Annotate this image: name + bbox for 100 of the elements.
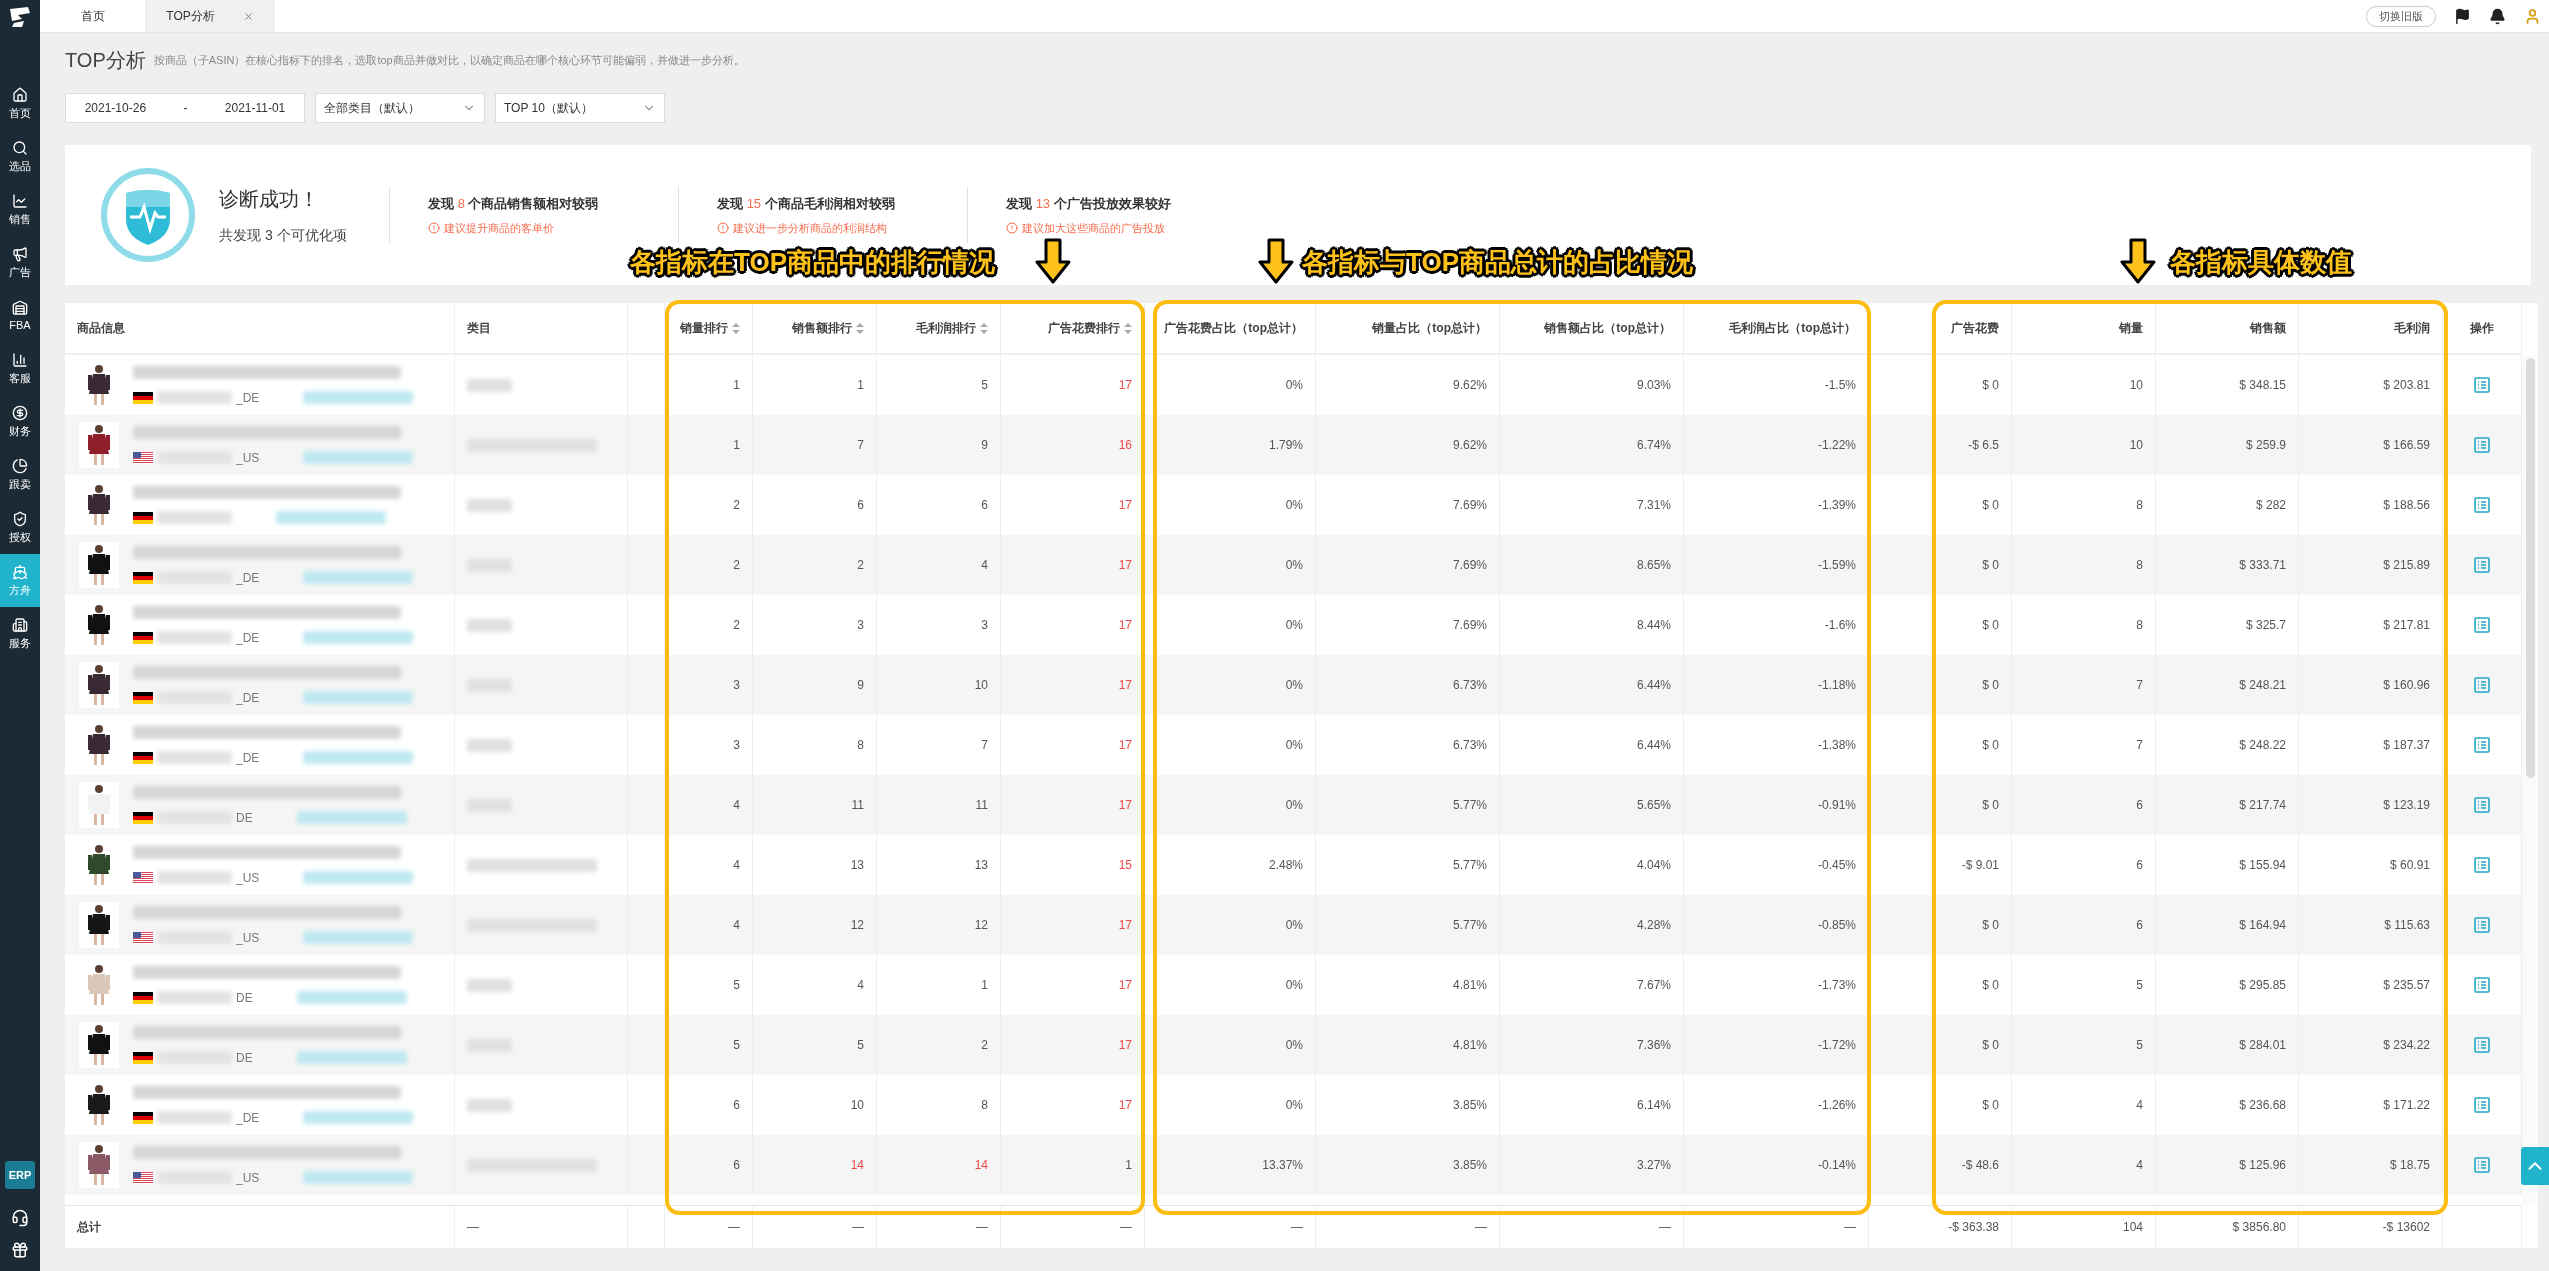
marketplace-code: DE <box>236 810 253 825</box>
redacted-link[interactable] <box>296 1051 407 1064</box>
redacted-link[interactable] <box>303 931 414 944</box>
building-icon <box>12 616 28 633</box>
table-cell: 3.27% <box>1500 1135 1684 1195</box>
details-button[interactable] <box>2474 437 2490 453</box>
down-arrow-icon <box>1258 238 1294 284</box>
sort-icon[interactable] <box>856 322 864 334</box>
diagnosis-title: 诊断成功！ <box>219 186 320 212</box>
sidebar-item[interactable]: 服务 <box>0 607 40 660</box>
redacted-link[interactable] <box>296 991 407 1004</box>
sidebar-item[interactable]: 广告 <box>0 236 40 289</box>
sidebar-item[interactable]: 跟卖 <box>0 448 40 501</box>
annotation-label: 各指标在TOP商品中的排行情况 <box>630 246 995 279</box>
marketplace-code: _DE <box>236 570 260 585</box>
list-icon <box>2474 677 2490 693</box>
sidebar-item[interactable]: FBA <box>0 289 40 342</box>
details-button[interactable] <box>2474 377 2490 393</box>
list-icon <box>2474 377 2490 393</box>
sort-icon[interactable] <box>732 322 740 334</box>
details-button[interactable] <box>2474 677 2490 693</box>
list-icon <box>2474 737 2490 753</box>
headset-icon[interactable] <box>11 1209 29 1227</box>
pie-chart-icon <box>12 457 28 474</box>
bar-chart-icon <box>12 351 28 368</box>
marketplace-code: _DE <box>236 690 260 705</box>
table-cell: $ 3856.80 <box>2156 1206 2299 1248</box>
category-select[interactable]: 全部类目（默认） <box>315 93 485 123</box>
table-cell: 4 <box>2012 1135 2156 1195</box>
top-count-select[interactable]: TOP 10（默认） <box>495 93 665 123</box>
sidebar-item[interactable]: 客服 <box>0 342 40 395</box>
details-button[interactable] <box>2474 797 2490 813</box>
table-cell: — <box>1316 1206 1500 1248</box>
down-arrow-icon <box>2120 238 2156 284</box>
table-cell: — <box>877 1206 1001 1248</box>
details-button[interactable] <box>2474 1097 2490 1113</box>
details-button[interactable] <box>2474 557 2490 573</box>
redacted-link[interactable] <box>303 391 414 404</box>
down-arrow-icon <box>1035 238 1071 284</box>
finding-text: 发现 13 个广告投放效果较好 <box>1006 194 1172 213</box>
details-button[interactable] <box>2474 737 2490 753</box>
redacted-category <box>467 1098 512 1112</box>
redacted-category <box>467 498 512 512</box>
details-button[interactable] <box>2474 617 2490 633</box>
sidebar-item[interactable]: 选品 <box>0 130 40 183</box>
finding-text: 发现 8 个商品销售额相对较弱 <box>428 194 600 213</box>
tab[interactable]: TOP分析 <box>145 0 275 32</box>
gift-icon[interactable] <box>11 1241 29 1259</box>
avatar-icon[interactable] <box>2524 7 2541 25</box>
details-button[interactable] <box>2474 977 2490 993</box>
logo-icon[interactable] <box>8 5 32 28</box>
close-icon[interactable] <box>242 10 254 22</box>
table-cell: -$ 13602 <box>2299 1206 2443 1248</box>
erp-badge[interactable]: ERP <box>4 1161 36 1189</box>
sidebar-item[interactable]: 财务 <box>0 395 40 448</box>
details-button[interactable] <box>2474 917 2490 933</box>
alert-icon <box>717 222 729 234</box>
redacted-link[interactable] <box>303 691 414 704</box>
annotation-label: 各指标具体数值 <box>2170 246 2352 279</box>
sort-icon[interactable] <box>980 322 988 334</box>
advice-text: 建议提升商品的客单价 <box>444 220 554 236</box>
total-label: 总计 <box>65 1206 455 1248</box>
marketplace-code: DE <box>236 990 253 1005</box>
redacted-link[interactable] <box>303 1171 414 1184</box>
page-title: TOP分析 <box>65 47 146 73</box>
finding-text: 发现 15 个商品毛利润相对较弱 <box>717 194 896 213</box>
details-button[interactable] <box>2474 497 2490 513</box>
flag-icon[interactable] <box>2454 7 2471 25</box>
scrollbar[interactable] <box>2522 355 2538 1205</box>
marketplace-code: _DE <box>236 630 260 645</box>
redacted-link[interactable] <box>303 451 414 464</box>
marketplace-code: _US <box>236 870 260 885</box>
redacted-link[interactable] <box>303 571 414 584</box>
switch-version-button[interactable]: 切换旧版 <box>2366 5 2436 27</box>
sidebar-item[interactable]: 授权 <box>0 501 40 554</box>
table-cell: $ 125.96 <box>2156 1135 2299 1195</box>
list-icon <box>2474 977 2490 993</box>
bell-icon[interactable] <box>2489 7 2506 25</box>
details-button[interactable] <box>2474 1037 2490 1053</box>
list-icon <box>2474 437 2490 453</box>
redacted-link[interactable] <box>303 631 414 644</box>
redacted-link[interactable] <box>276 511 386 524</box>
redacted-link[interactable] <box>303 1111 414 1124</box>
details-button[interactable] <box>2474 857 2490 873</box>
megaphone-icon <box>12 245 28 262</box>
redacted-link[interactable] <box>303 871 414 884</box>
marketplace-code: _US <box>236 1170 260 1185</box>
redacted-link[interactable] <box>296 811 407 824</box>
redacted-link[interactable] <box>303 751 414 764</box>
dollar-icon <box>12 404 28 421</box>
home-icon <box>12 86 28 103</box>
details-button[interactable] <box>2474 1157 2490 1173</box>
date-range-field[interactable]: 2021-10-26 - 2021-11-01 <box>65 93 305 123</box>
sidebar-item[interactable]: 销售 <box>0 183 40 236</box>
sidebar-item[interactable]: 首页 <box>0 77 40 130</box>
sort-icon[interactable] <box>1124 322 1132 334</box>
redacted-category <box>467 618 512 632</box>
marketplace-code: DE <box>236 1050 253 1065</box>
back-to-top-button[interactable] <box>2521 1147 2549 1185</box>
advice-text: 建议加大这些商品的广告投放 <box>1022 220 1165 236</box>
